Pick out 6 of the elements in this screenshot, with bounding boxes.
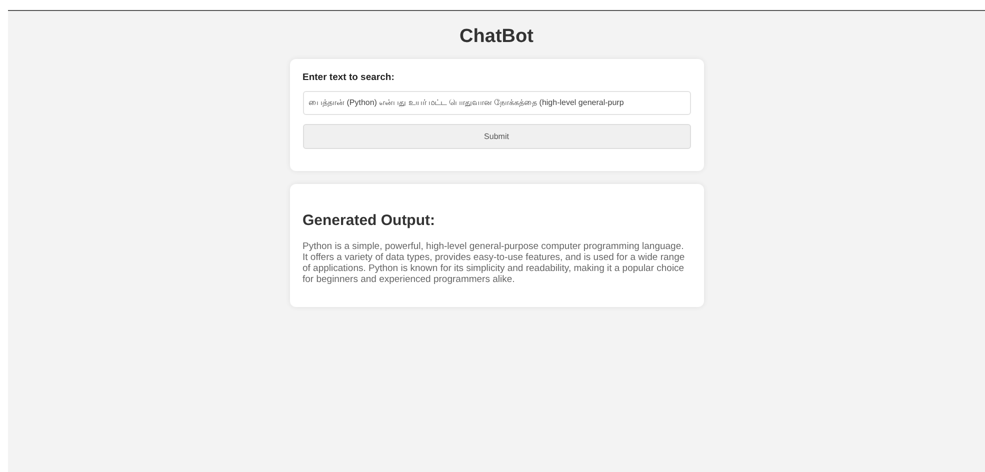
- submit-button[interactable]: Submit: [302, 124, 690, 149]
- output-heading: Generated Output:: [302, 212, 436, 229]
- page-title: ChatBot: [460, 26, 534, 48]
- field-label: Enter text to search:: [302, 72, 396, 83]
- search-field[interactable]: பைத்தான் (Python) என்பது உயர் மட்ட பொதுவான நோக்கத்தை (high-level general-purp: [302, 91, 690, 115]
- output-text: Python is a simple, powerful, high-level general-purpose computer programming language. It offers a variety of data types, provides easy-to-use features, and is used for a wide range of applications. Python is known for its simplicity and readability, making it a popular choice for beginners and experienced programmers alike.: [302, 241, 686, 285]
